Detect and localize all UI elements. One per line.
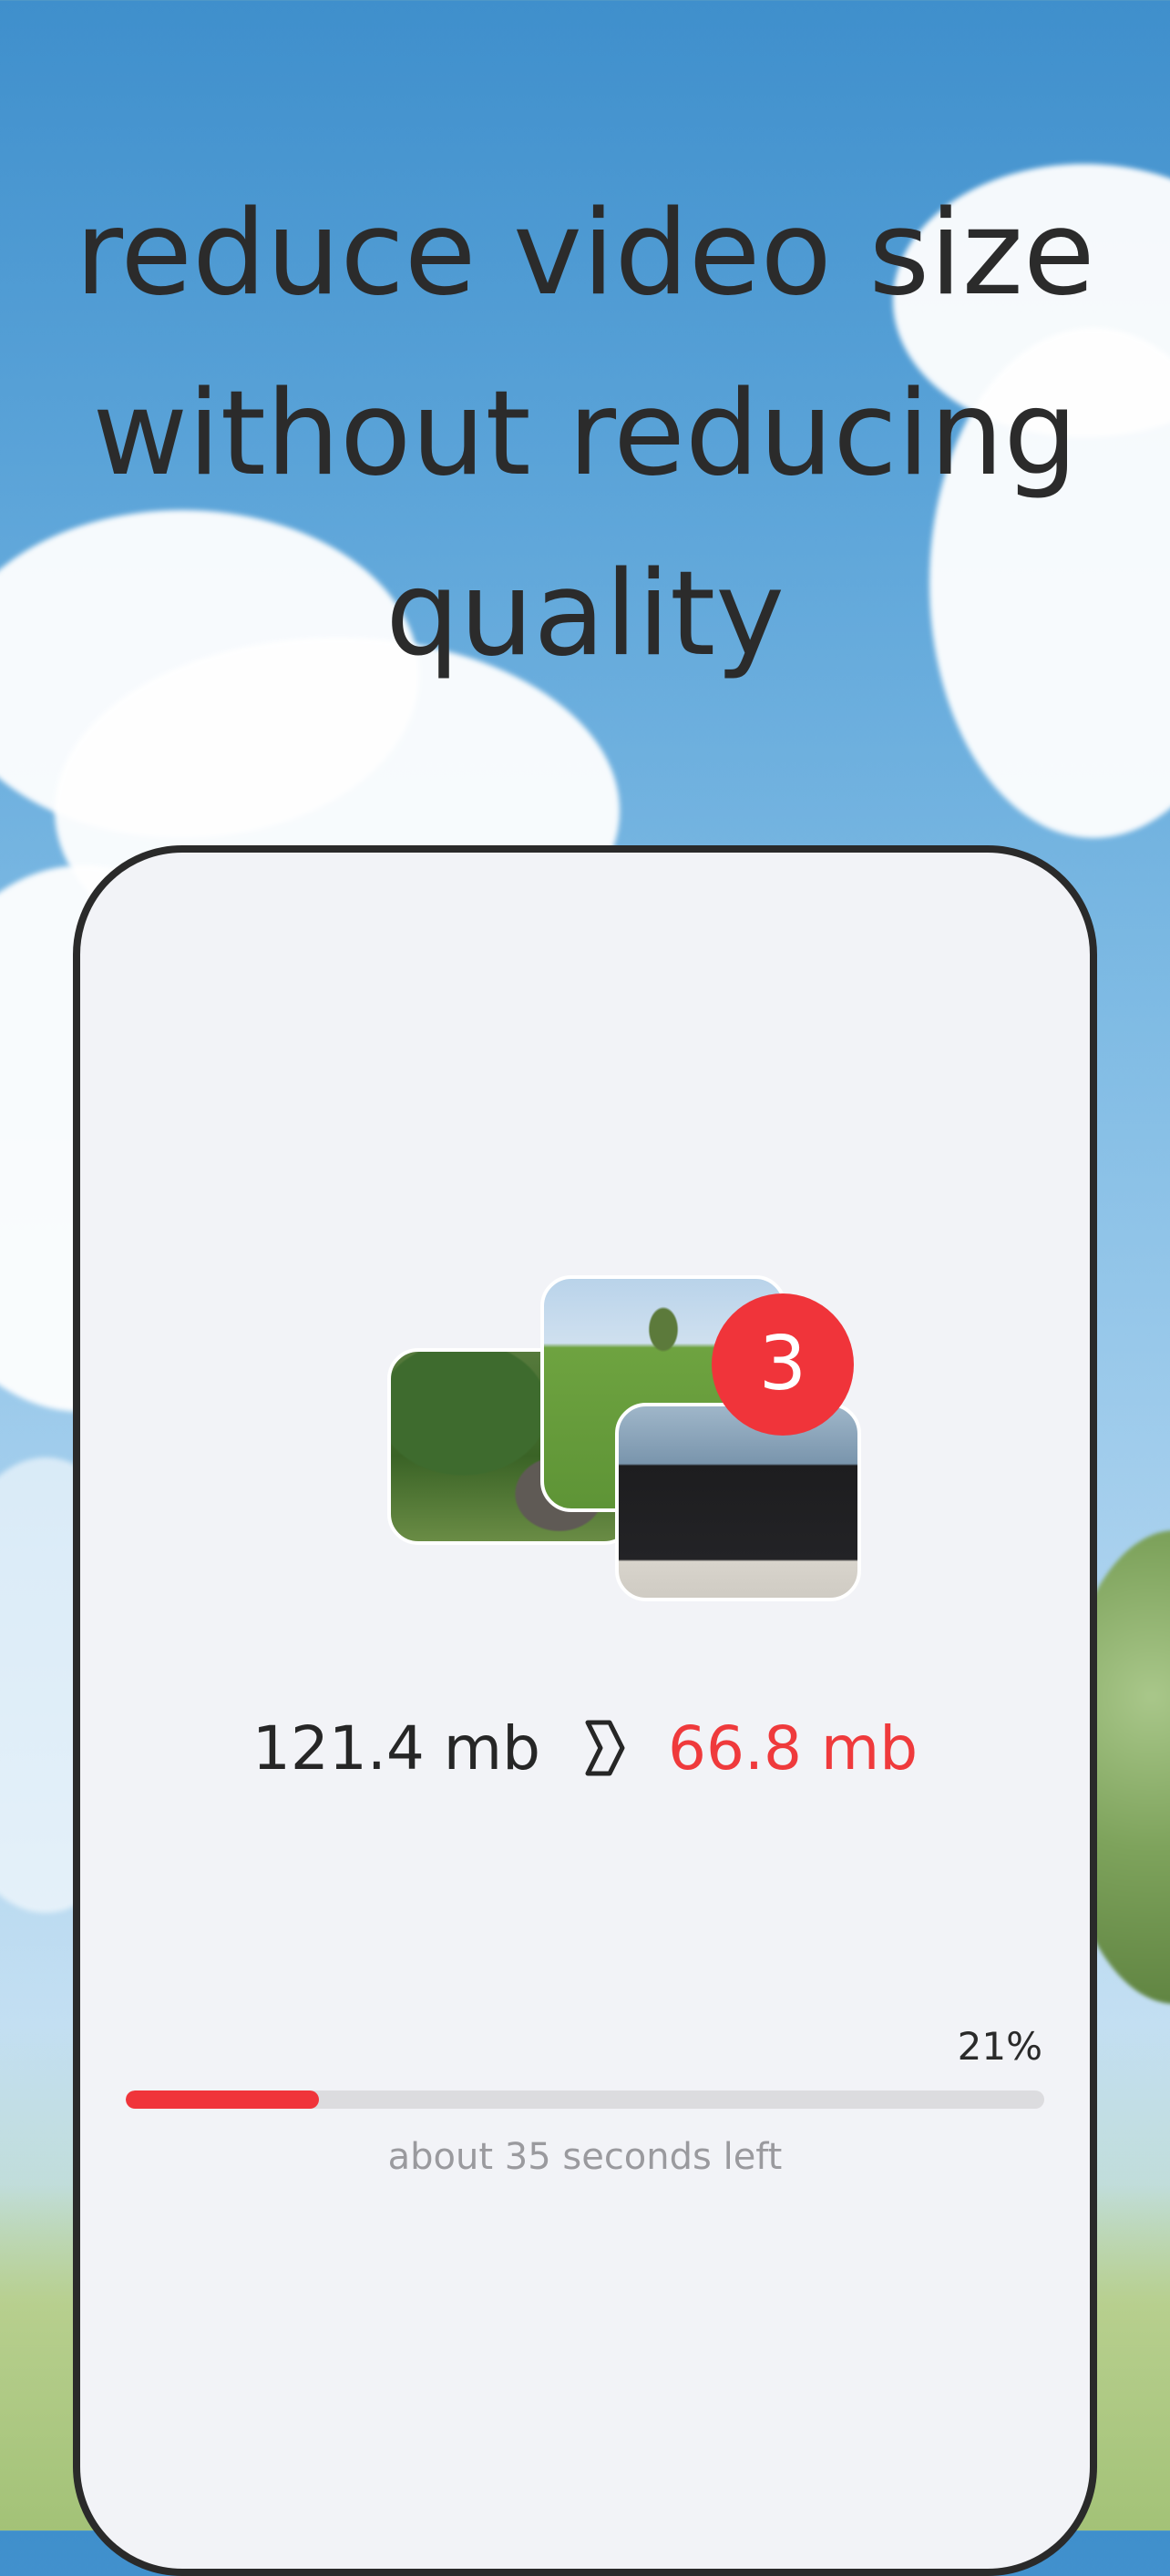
progress-percent: 21% [957, 2024, 1042, 2069]
headline-line-1: reduce video size [75, 186, 1095, 322]
headline: reduce video size without reducing quali… [0, 164, 1170, 705]
time-remaining: about 35 seconds left [387, 2136, 783, 2178]
chevron-right-icon [585, 1720, 625, 1776]
thumbnail-graduation [615, 1403, 861, 1601]
original-size: 121.4 mb [251, 1712, 540, 1784]
size-comparison: 121.4 mb 66.8 mb [0, 1709, 1170, 1787]
progress-bar [126, 2090, 1044, 2109]
progress-fill [126, 2090, 319, 2109]
headline-line-2: without reducing [92, 366, 1078, 502]
video-count-badge: 3 [712, 1293, 854, 1436]
video-thumbnails[interactable]: 3 [387, 1275, 870, 1603]
compressed-size: 66.8 mb [668, 1712, 919, 1784]
headline-line-3: quality [385, 547, 785, 682]
